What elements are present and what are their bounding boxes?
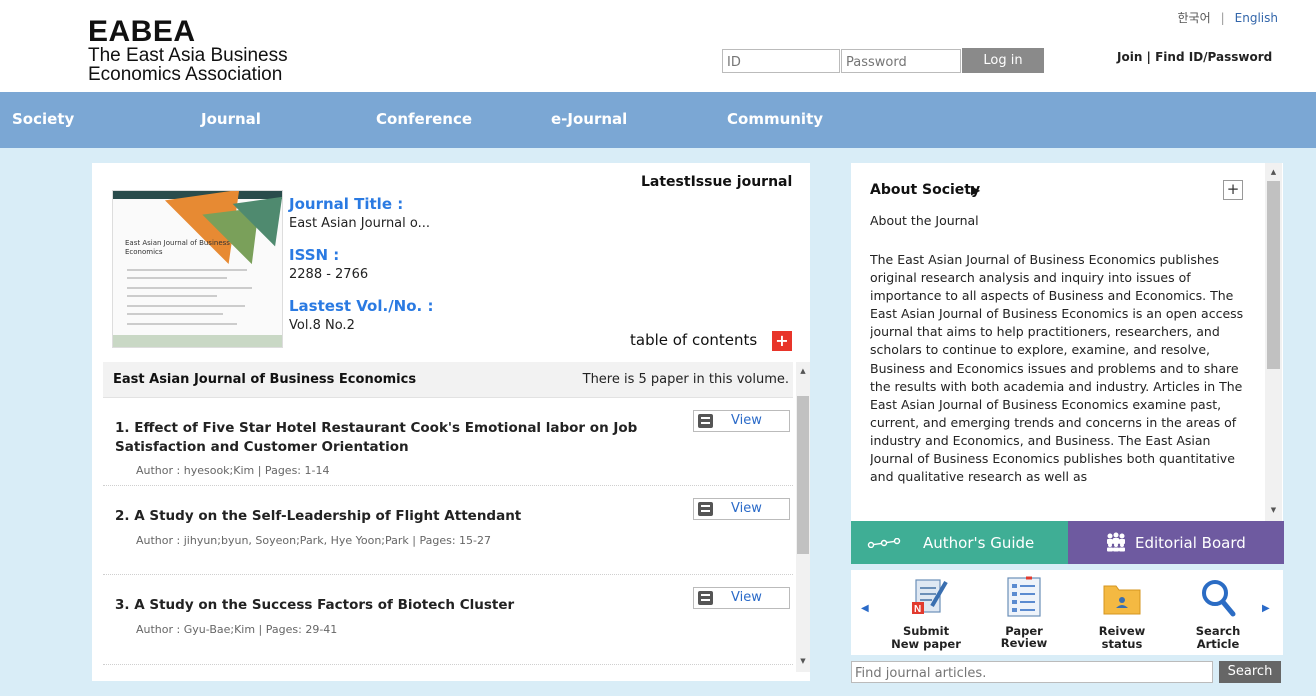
- volume-header: East Asian Journal of Business Economics…: [103, 362, 793, 398]
- logo-subtitle-line2: Economics Association: [88, 64, 283, 85]
- authors-guide-label: Author's Guide: [923, 534, 1035, 552]
- quick-link-label: Search: [1195, 624, 1241, 638]
- cover-text-line: [127, 295, 217, 297]
- quick-link-submit-paper[interactable]: N Submit New paper: [886, 576, 966, 650]
- paper-view-button[interactable]: View: [693, 498, 790, 520]
- editorial-board-button[interactable]: Editorial Board: [1068, 521, 1284, 564]
- play-arrow-icon[interactable]: ▶: [971, 183, 980, 197]
- issn-value: 2288 - 2766: [289, 267, 369, 282]
- paper-view-button[interactable]: View: [693, 587, 790, 609]
- journal-title-value: East Asian Journal o...: [289, 216, 431, 231]
- search-article-icon: [1202, 580, 1236, 617]
- more-plus-icon[interactable]: +: [1223, 180, 1243, 200]
- main-nav: Society Journal Conference e-Journal Com…: [0, 92, 1316, 148]
- editorial-board-label: Editorial Board: [1135, 534, 1246, 552]
- cover-bottom-band: [113, 335, 282, 347]
- nav-item-journal[interactable]: Journal: [201, 110, 261, 128]
- nav-item-society[interactable]: Society: [12, 110, 74, 128]
- paper-list: 1. Effect of Five Star Hotel Restaurant …: [103, 398, 793, 666]
- quick-link-label: Reivew: [1098, 624, 1146, 638]
- paper-view-button[interactable]: View: [693, 410, 790, 432]
- quick-link-label: Paper Review: [1000, 624, 1048, 650]
- paper-item: 3. A Study on the Success Factors of Bio…: [103, 575, 793, 665]
- quick-links-prev-arrow[interactable]: ◀: [861, 603, 869, 614]
- paper-item: 2. A Study on the Self-Leadership of Fli…: [103, 486, 793, 575]
- link-chain-icon: [867, 538, 901, 548]
- svg-text:N: N: [914, 604, 921, 615]
- paper-meta: Author : jihyun;byun, Soyeon;Park, Hye Y…: [136, 534, 492, 547]
- scroll-up-arrow[interactable]: ▲: [1265, 167, 1282, 177]
- quick-link-search-article[interactable]: Search Article: [1178, 576, 1258, 650]
- volume-paper-count: There is 5 paper in this volume.: [582, 372, 789, 387]
- cover-title: East Asian Journal of Business Economics: [125, 239, 230, 256]
- journal-cover-image[interactable]: East Asian Journal of Business Economics: [112, 190, 283, 348]
- nav-item-conference[interactable]: Conference: [376, 110, 472, 128]
- document-icon: [698, 502, 713, 516]
- view-label: View: [731, 590, 762, 605]
- volume-label: Lastest Vol./No. :: [289, 297, 434, 315]
- paper-title[interactable]: 1. Effect of Five Star Hotel Restaurant …: [115, 419, 660, 457]
- quick-links-next-arrow[interactable]: ▶: [1262, 603, 1270, 614]
- scroll-down-arrow[interactable]: ▼: [1265, 505, 1282, 515]
- language-switcher: 한국어 | English: [1177, 9, 1278, 26]
- cover-text-line: [127, 313, 223, 315]
- document-icon: [698, 591, 713, 605]
- cover-text-line: [127, 305, 245, 307]
- about-society-title[interactable]: About Society: [870, 182, 980, 198]
- cover-text-line: [127, 277, 227, 279]
- paper-list-scrollbar[interactable]: ▲ ▼: [796, 362, 810, 672]
- submit-paper-icon: N: [912, 579, 948, 615]
- quick-link-label: Article: [1196, 637, 1240, 651]
- scrollbar-thumb[interactable]: [1267, 181, 1280, 369]
- people-group-icon: [1107, 532, 1125, 552]
- volume-value: Vol.8 No.2: [289, 318, 355, 333]
- latest-issue-label: LatestIssue journal: [641, 174, 793, 190]
- quick-link-label: Submit: [902, 624, 950, 638]
- authors-guide-button[interactable]: Author's Guide: [851, 521, 1068, 564]
- table-of-contents-plus-icon[interactable]: +: [772, 331, 792, 351]
- nav-item-community[interactable]: Community: [727, 110, 823, 128]
- lang-korean-link[interactable]: 한국어: [1177, 9, 1210, 26]
- article-search-input[interactable]: [851, 661, 1213, 683]
- lang-english-link[interactable]: English: [1235, 11, 1278, 25]
- journal-title-label: Journal Title :: [289, 195, 404, 213]
- scroll-down-arrow[interactable]: ▼: [796, 656, 810, 666]
- about-journal-text: The East Asian Journal of Business Econo…: [870, 252, 1244, 485]
- view-label: View: [731, 413, 762, 428]
- paper-review-icon: [1007, 576, 1041, 617]
- login-button[interactable]: Log in: [962, 48, 1044, 73]
- cover-text-line: [127, 323, 237, 325]
- paper-title[interactable]: 3. A Study on the Success Factors of Bio…: [115, 596, 660, 615]
- document-icon: [698, 414, 713, 428]
- quick-link-review-status[interactable]: Reivew status: [1082, 576, 1162, 650]
- site-logo[interactable]: EABEA The East Asia Business Economics A…: [88, 15, 288, 85]
- paper-meta: Author : Gyu-Bae;Kim | Pages: 29-41: [136, 623, 338, 636]
- paper-item: 1. Effect of Five Star Hotel Restaurant …: [103, 398, 793, 486]
- about-scrollbar[interactable]: ▲ ▼: [1265, 163, 1282, 521]
- paper-meta: Author : hyesook;Kim | Pages: 1-14: [136, 464, 330, 477]
- lang-separator: |: [1220, 11, 1225, 25]
- volume-journal-title: East Asian Journal of Business Economics: [113, 372, 417, 387]
- cover-text-line: [127, 287, 252, 289]
- scroll-up-arrow[interactable]: ▲: [796, 366, 810, 376]
- quick-link-label: New paper: [891, 637, 961, 651]
- paper-title[interactable]: 2. A Study on the Self-Leadership of Fli…: [115, 507, 660, 526]
- join-find-link[interactable]: Join | Find ID/Password: [1117, 50, 1272, 64]
- table-of-contents-link[interactable]: table of contents: [630, 331, 757, 349]
- scrollbar-thumb[interactable]: [797, 396, 809, 554]
- site-header: EABEA The East Asia Business Economics A…: [0, 0, 1316, 92]
- issn-label: ISSN :: [289, 246, 340, 264]
- review-status-icon: [1103, 585, 1141, 615]
- quick-link-label: status: [1101, 637, 1143, 651]
- login-id-input[interactable]: [722, 49, 840, 73]
- login-password-input[interactable]: [841, 49, 961, 73]
- logo-brand: EABEA: [88, 15, 196, 48]
- search-button[interactable]: Search: [1219, 661, 1281, 683]
- cover-text-line: [127, 269, 247, 271]
- view-label: View: [731, 501, 762, 516]
- quick-link-paper-review[interactable]: Paper Review: [984, 576, 1064, 649]
- nav-item-e-journal[interactable]: e-Journal: [551, 110, 627, 128]
- about-journal-subtitle: About the Journal: [870, 213, 979, 228]
- logo-subtitle-line1: The East Asia Business: [88, 45, 288, 66]
